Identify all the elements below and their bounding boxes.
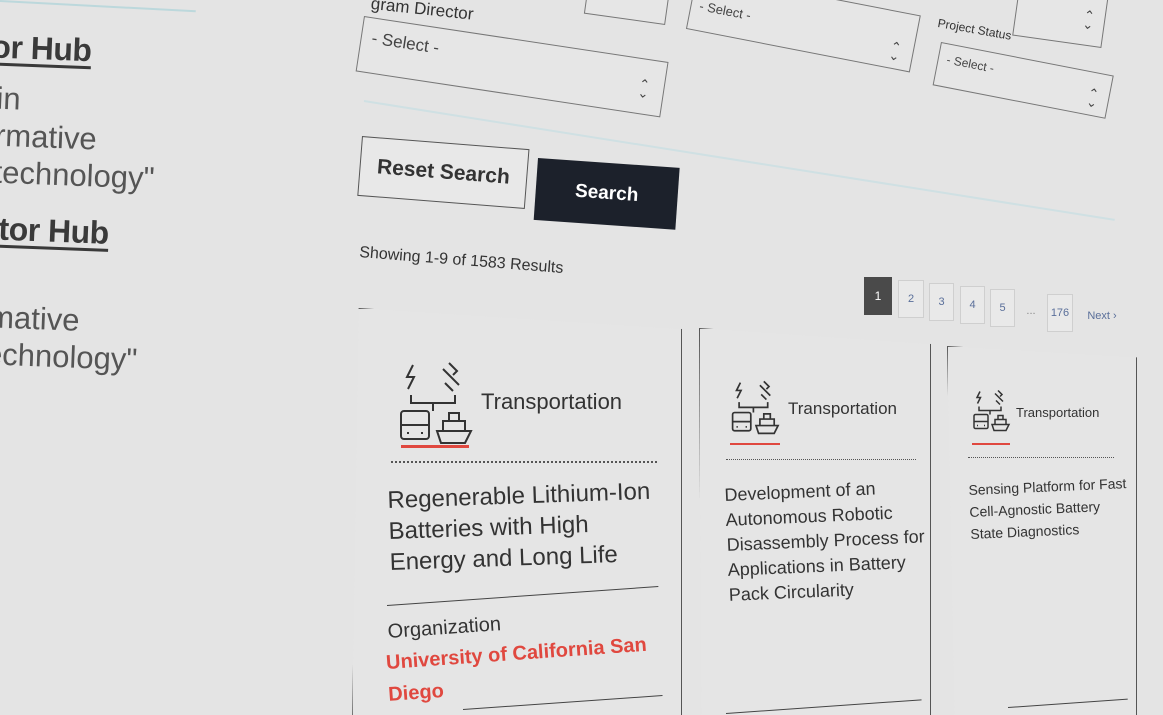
card-divider	[1007, 698, 1128, 708]
project-card-3[interactable]: Transportation Sensing Platform for Fast…	[947, 346, 1137, 715]
transportation-icon	[731, 380, 780, 435]
category-underline	[972, 443, 1010, 445]
project-card-2[interactable]: Transportation Development of an Autonom…	[699, 328, 931, 715]
page-5-button[interactable]: 5	[990, 289, 1015, 327]
program-director-value: - Select -	[370, 28, 441, 58]
category-underline	[730, 443, 780, 445]
category-label: Transportation	[788, 399, 897, 418]
middle-select[interactable]: - Select - ⌃ ⌄	[685, 0, 921, 73]
card-dotted-divider	[391, 461, 657, 463]
middle-select-value: - Select -	[698, 0, 753, 23]
card-dotted-divider	[968, 457, 1114, 458]
reset-search-button[interactable]: Reset Search	[357, 136, 530, 209]
project-status-select[interactable]: - Select - ⌃ ⌄	[932, 42, 1114, 119]
chevron-updown-icon: ⌃ ⌄	[1085, 85, 1101, 111]
page-ellipsis: ...	[1026, 305, 1036, 317]
category-label: Transportation	[1016, 405, 1100, 420]
project-status-label: Project Status	[936, 16, 1013, 43]
program-director-select[interactable]: - Select - ⌃ ⌄	[355, 16, 669, 118]
chevron-updown-icon: ⌃ ⌄	[1081, 7, 1096, 33]
transportation-icon	[973, 389, 1011, 432]
results-count: Showing 1-9 of 1583 Results	[358, 244, 564, 277]
chevron-updown-icon: ⌃ ⌄	[636, 75, 652, 102]
card-divider	[725, 699, 922, 714]
search-button[interactable]: Search	[533, 158, 680, 230]
project-status-value: - Select -	[945, 52, 996, 76]
category-label: Transportation	[481, 389, 623, 414]
main-content: ⌃ ⌄ gram Director - Select - ⌃ ⌄ - Select …	[0, 0, 1163, 715]
page-1-button[interactable]: 1	[864, 277, 892, 315]
page-4-button[interactable]: 4	[960, 286, 985, 324]
card-dotted-divider	[726, 459, 916, 460]
card-divider	[386, 586, 659, 606]
top-select-partial-1[interactable]	[583, 0, 672, 25]
top-select-partial-2[interactable]: ⌃ ⌄	[1012, 0, 1110, 48]
next-page-link[interactable]: Next ›	[1082, 297, 1122, 335]
chevron-updown-icon: ⌃ ⌄	[887, 38, 903, 65]
page-last-button[interactable]: 176	[1047, 294, 1073, 332]
project-title[interactable]: Development of an Autonomous Robotic Dis…	[724, 474, 929, 608]
page-2-button[interactable]: 2	[898, 280, 924, 318]
project-title[interactable]: Regenerable Lithium-Ion Batteries with H…	[387, 475, 670, 578]
project-card-1[interactable]: Transportation Regenerable Lithium-Ion B…	[352, 308, 682, 715]
project-title[interactable]: Sensing Platform for Fast Cell-Agnostic …	[968, 472, 1131, 545]
transportation-icon	[400, 362, 473, 444]
category-underline	[401, 445, 469, 448]
page-3-button[interactable]: 3	[929, 283, 954, 321]
